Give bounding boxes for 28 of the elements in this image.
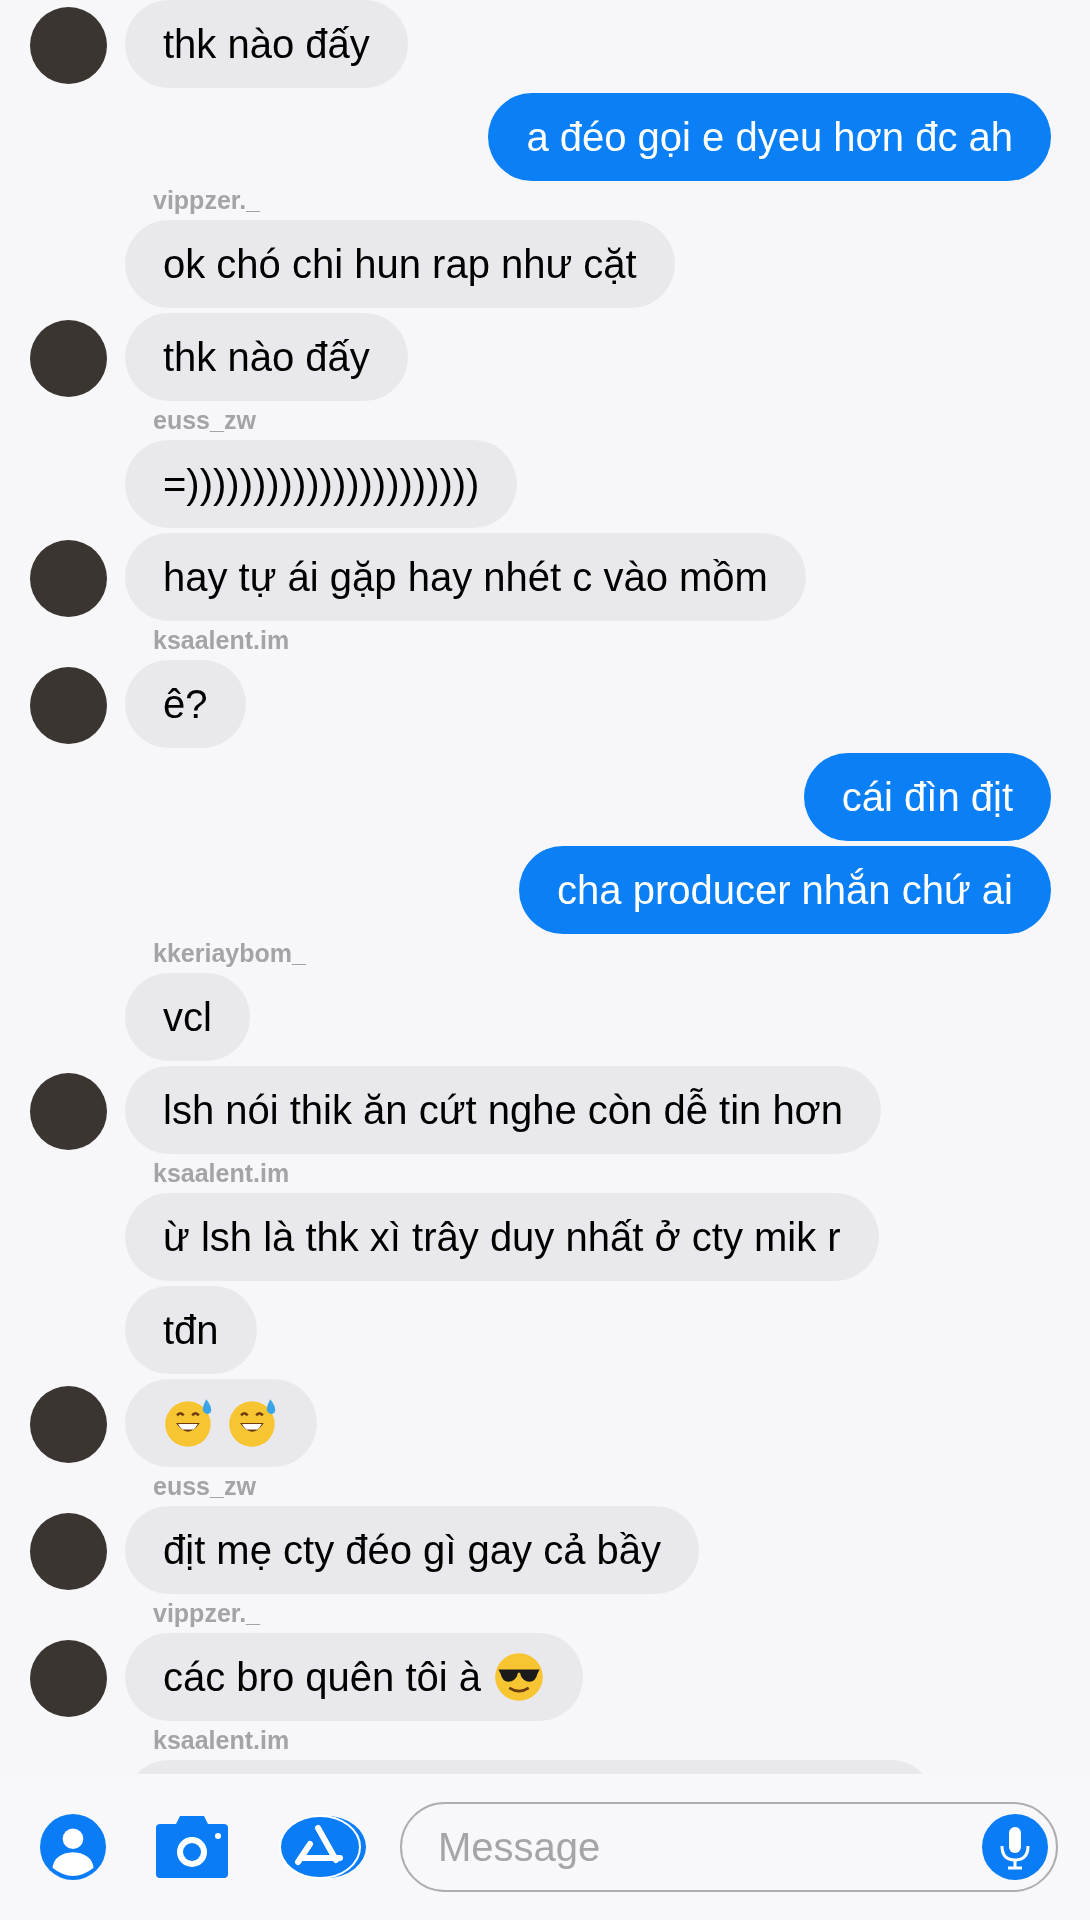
message-field[interactable]: Message bbox=[400, 1802, 1058, 1892]
message-bubble: ok chó chi hun rap như cặt bbox=[125, 220, 675, 308]
message-bubble: cái đìn địt bbox=[803, 753, 1051, 841]
sender-name: euss_zw bbox=[153, 1472, 257, 1501]
message-text: các bro quên tôi à bbox=[163, 1654, 481, 1700]
message-bubble: địt mẹ cty đéo gì gay cả bầy bbox=[125, 1506, 700, 1594]
sunglasses-emoji-icon bbox=[493, 1651, 545, 1703]
app-store-icon[interactable] bbox=[278, 1814, 368, 1880]
message-bubble: thk nào đấy bbox=[125, 0, 408, 88]
sender-name: ksaalent.im bbox=[153, 1159, 291, 1188]
sender-name: euss_zw bbox=[153, 406, 257, 435]
message-bubble: lsh nói thik ăn cứt nghe còn dễ tin hơn bbox=[125, 1066, 882, 1154]
message-bubble: cha producer nhắn chứ ai bbox=[519, 846, 1051, 934]
message-bubble: hay tự ái gặp hay nhét c vào mồm bbox=[125, 533, 806, 621]
message-bubble: thk nào đấy bbox=[125, 313, 408, 401]
microphone-icon[interactable] bbox=[982, 1814, 1048, 1880]
sender-name: vippzer._ bbox=[153, 1599, 261, 1628]
message-bubble: ê? bbox=[125, 660, 246, 748]
sender-name: ksaalent.im bbox=[153, 626, 291, 655]
message-bubble: =)))))))))))))))))))))) bbox=[125, 440, 518, 528]
sender-name: ksaalent.im bbox=[153, 1726, 291, 1755]
message-bubble: tđn bbox=[125, 1286, 257, 1374]
sender-name: kkeriaybom_ bbox=[153, 939, 307, 968]
message-bubble: vcl bbox=[125, 973, 250, 1061]
message-bubble: a đéo gọi e dyeu hơn đc ah bbox=[488, 93, 1051, 181]
contact-icon[interactable] bbox=[40, 1814, 106, 1880]
sender-name: vippzer._ bbox=[153, 186, 261, 215]
message-bubble: ừ lsh là thk xì trây duy nhất ở cty mik r bbox=[125, 1193, 879, 1281]
